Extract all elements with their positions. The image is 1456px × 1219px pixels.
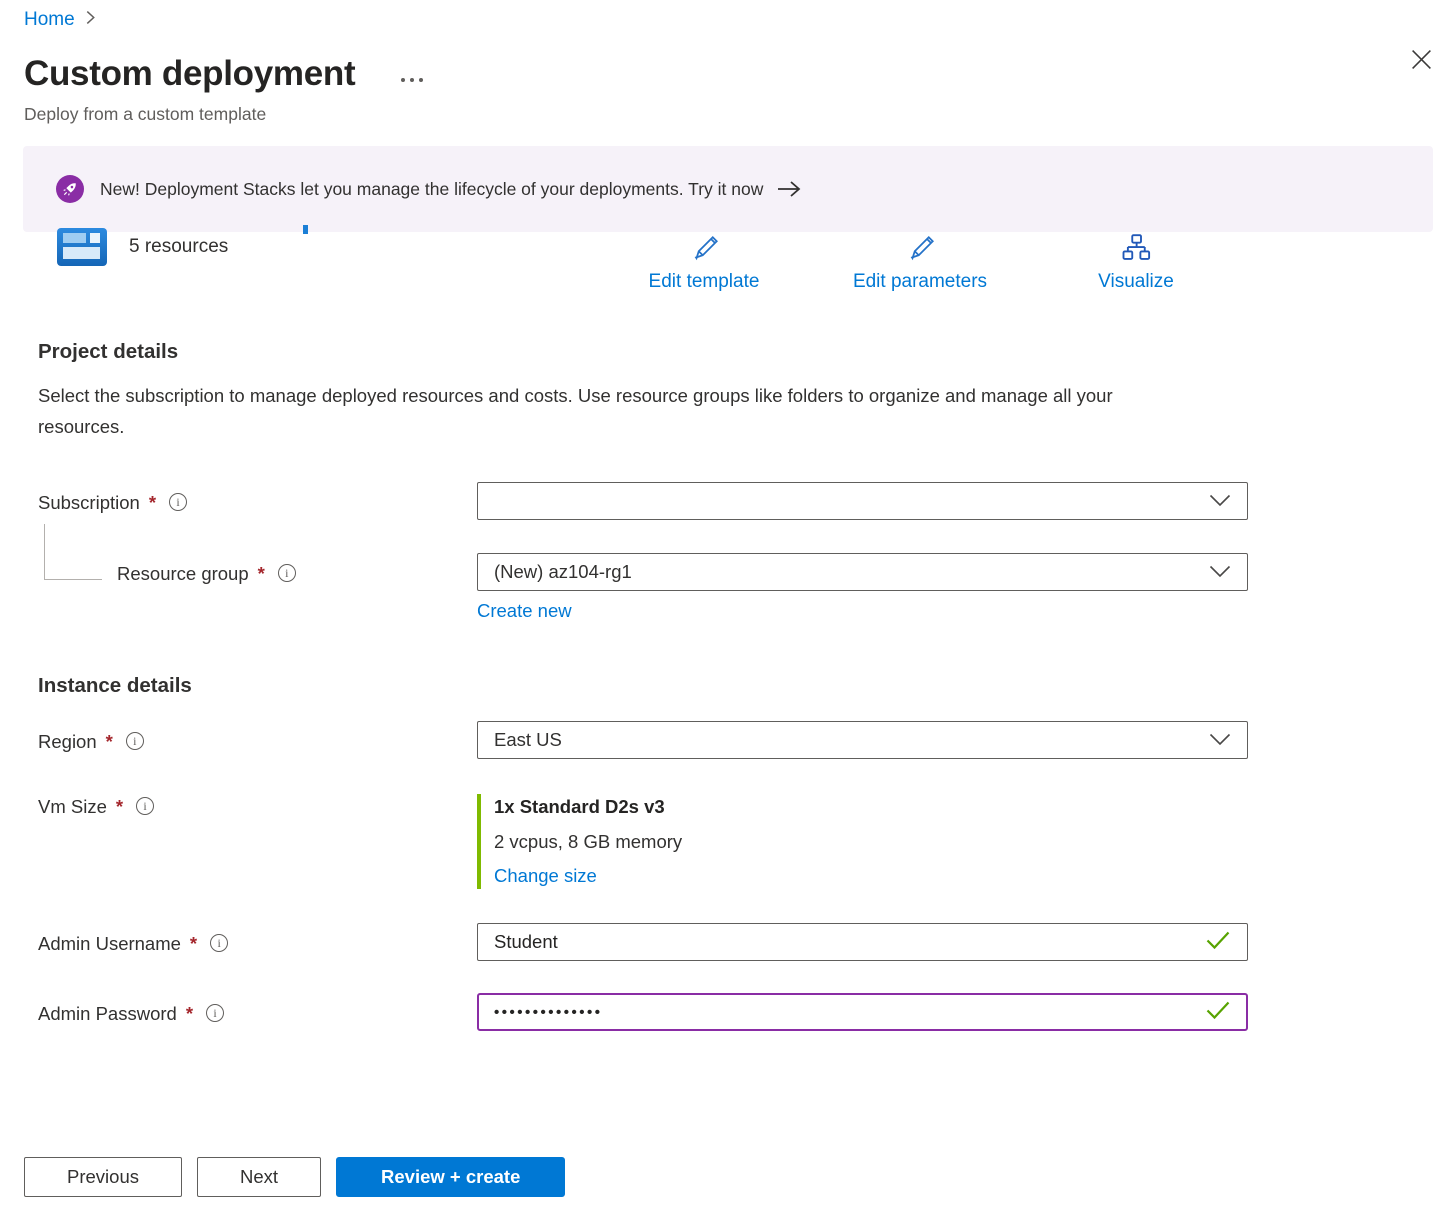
- review-create-button[interactable]: Review + create: [336, 1157, 565, 1197]
- project-details-form: Subscription * Resource group * (New) az…: [0, 482, 1456, 622]
- page-title: Custom deployment: [24, 52, 355, 96]
- region-label: Region: [38, 731, 97, 753]
- edit-parameters-button[interactable]: Edit parameters: [844, 232, 996, 293]
- footer-actions: Previous Next Review + create: [24, 1157, 1456, 1197]
- breadcrumb: Home: [0, 0, 1456, 32]
- resource-group-dropdown[interactable]: (New) az104-rg1: [477, 553, 1248, 591]
- arrow-right-icon[interactable]: [777, 180, 801, 198]
- instance-details-heading: Instance details: [38, 674, 1456, 698]
- close-icon: [1410, 48, 1433, 74]
- chevron-down-icon: [1209, 729, 1231, 751]
- resource-group-value: (New) az104-rg1: [494, 561, 1209, 583]
- admin-username-input[interactable]: [494, 931, 1205, 953]
- next-button[interactable]: Next: [197, 1157, 321, 1197]
- edit-template-label: Edit template: [649, 271, 760, 293]
- visualize-label: Visualize: [1098, 271, 1174, 293]
- subscription-row: Subscription *: [0, 482, 1456, 520]
- template-bar: 5 resources Edit template Edit parameter…: [0, 232, 1456, 292]
- create-new-link[interactable]: Create new: [477, 600, 572, 622]
- required-marker: *: [149, 492, 156, 514]
- org-chart-icon: [1120, 232, 1152, 267]
- deployment-stacks-banner: New! Deployment Stacks let you manage th…: [23, 146, 1433, 232]
- admin-password-fieldbox: [477, 993, 1248, 1031]
- breadcrumb-home-link[interactable]: Home: [24, 9, 75, 31]
- resource-group-row: Resource group * (New) az104-rg1 Create …: [0, 553, 1456, 622]
- region-value: East US: [494, 729, 1209, 751]
- info-icon[interactable]: [136, 797, 154, 815]
- admin-username-fieldbox: [477, 923, 1248, 961]
- edit-parameters-label: Edit parameters: [853, 271, 987, 293]
- vm-size-summary: 1x Standard D2s v3 2 vcpus, 8 GB memory …: [477, 794, 1248, 889]
- template-actions: Edit template Edit parameters Visualize: [628, 232, 1212, 293]
- admin-password-row: Admin Password *: [0, 993, 1456, 1031]
- previous-button[interactable]: Previous: [24, 1157, 182, 1197]
- info-icon[interactable]: [169, 493, 187, 511]
- info-icon[interactable]: [210, 934, 228, 952]
- change-size-link[interactable]: Change size: [494, 865, 597, 887]
- vm-size-selection: 1x Standard D2s v3: [494, 796, 1248, 818]
- required-marker: *: [186, 1003, 193, 1025]
- vm-size-row: Vm Size * 1x Standard D2s v3 2 vcpus, 8 …: [0, 794, 1456, 889]
- pencil-icon: [904, 232, 936, 267]
- template-resources-icon: [57, 228, 107, 266]
- admin-username-label: Admin Username: [38, 933, 181, 955]
- subscription-dropdown[interactable]: [477, 482, 1248, 520]
- valid-check-icon: [1205, 1000, 1231, 1025]
- visualize-button[interactable]: Visualize: [1060, 232, 1212, 293]
- page-subtitle: Deploy from a custom template: [24, 104, 1456, 125]
- banner-message: New! Deployment Stacks let you manage th…: [100, 179, 763, 200]
- region-dropdown[interactable]: East US: [477, 721, 1248, 759]
- admin-password-label: Admin Password: [38, 1003, 177, 1025]
- page-header: Custom deployment: [0, 32, 1456, 96]
- required-marker: *: [106, 731, 113, 753]
- admin-password-input[interactable]: [494, 1004, 1205, 1021]
- resources-summary: 5 resources: [57, 228, 228, 266]
- required-marker: *: [190, 933, 197, 955]
- more-options-icon[interactable]: [401, 78, 423, 82]
- info-icon[interactable]: [126, 732, 144, 750]
- pencil-icon: [688, 232, 720, 267]
- resources-count-label: 5 resources: [129, 236, 228, 258]
- project-details-description: Select the subscription to manage deploy…: [38, 380, 1188, 442]
- resource-group-connector-line: [44, 524, 102, 580]
- project-details-heading: Project details: [38, 340, 1456, 364]
- required-marker: *: [116, 796, 123, 818]
- info-icon[interactable]: [206, 1004, 224, 1022]
- subscription-label: Subscription: [38, 492, 140, 514]
- required-marker: *: [258, 563, 265, 585]
- region-row: Region * East US: [0, 721, 1456, 759]
- clipped-ui-fragment: [303, 225, 308, 234]
- close-button[interactable]: [1404, 44, 1438, 78]
- admin-username-row: Admin Username *: [0, 923, 1456, 961]
- vm-size-specs: 2 vcpus, 8 GB memory: [494, 831, 1248, 853]
- chevron-down-icon: [1209, 561, 1231, 583]
- chevron-down-icon: [1209, 490, 1231, 512]
- edit-template-button[interactable]: Edit template: [628, 232, 780, 293]
- chevron-right-icon: [84, 9, 97, 31]
- rocket-icon: [56, 175, 84, 203]
- info-icon[interactable]: [278, 564, 296, 582]
- vm-size-label: Vm Size: [38, 796, 107, 818]
- resource-group-label: Resource group: [117, 563, 249, 585]
- valid-check-icon: [1205, 930, 1231, 955]
